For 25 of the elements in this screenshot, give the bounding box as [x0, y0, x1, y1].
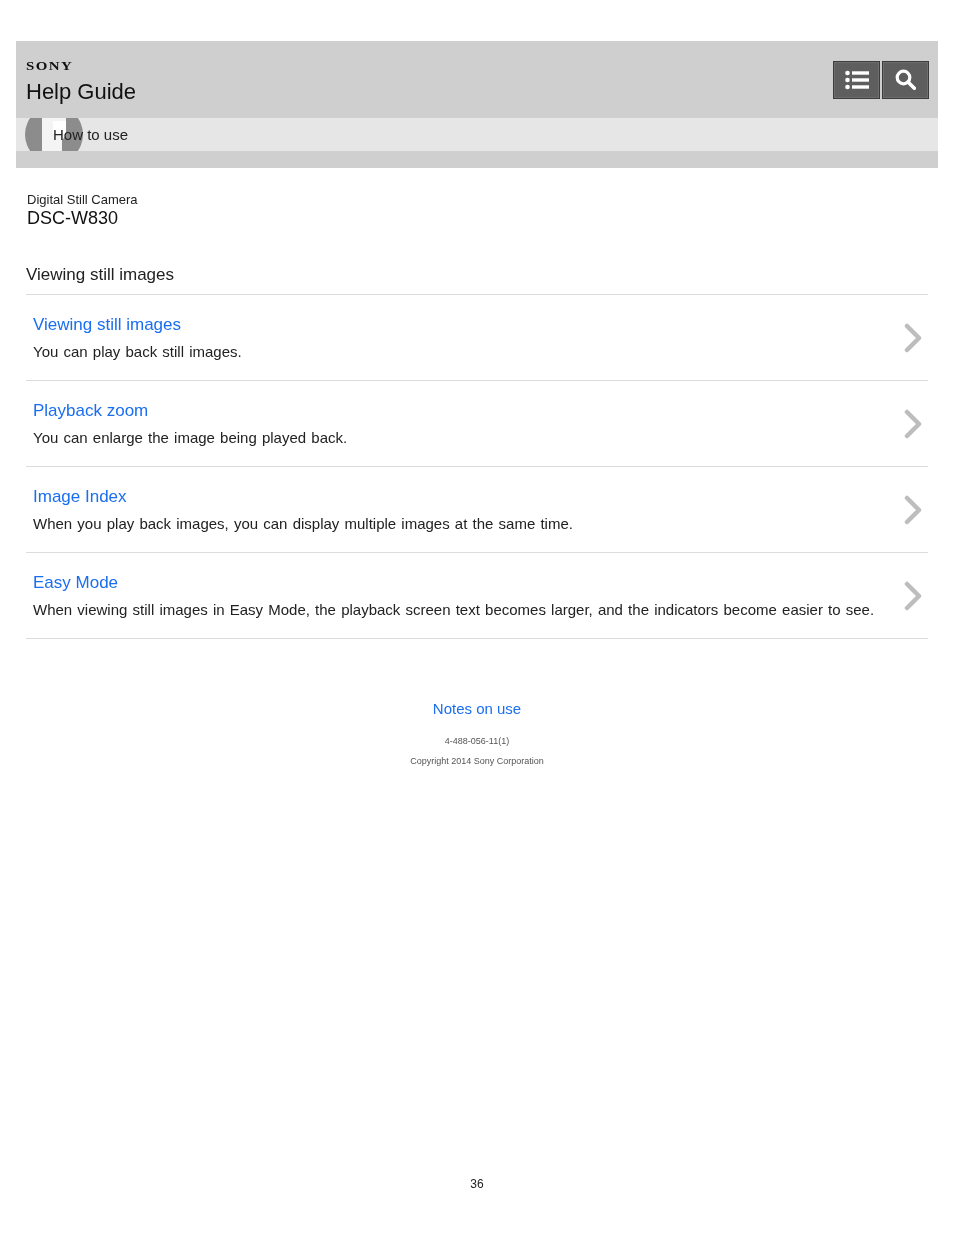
- document-code: 4-488-056-11(1): [444, 735, 510, 747]
- topic-link[interactable]: Easy Mode: [33, 572, 119, 594]
- chevron-right-icon[interactable]: [904, 580, 922, 611]
- page-number: 36: [470, 1177, 484, 1191]
- search-button[interactable]: [882, 60, 929, 99]
- topic-description: When you play back images, you can display multiple images at the same time.: [33, 514, 574, 534]
- chevron-right-icon[interactable]: [904, 408, 922, 439]
- product-model: DSC-W830: [26, 208, 120, 228]
- notes-link[interactable]: Notes on use: [432, 699, 522, 719]
- topic-description: When viewing still images in Easy Mode, the playback screen text becomes larger, and the indicators become easier to see.: [33, 600, 876, 620]
- section-title: Viewing still images: [26, 264, 928, 295]
- menu-button[interactable]: [833, 60, 880, 99]
- site-title: Help Guide: [26, 78, 137, 105]
- topic-description: You can play back still images.: [33, 342, 243, 362]
- brand-logo: SONY: [26, 58, 74, 73]
- copyright-text: Copyright 2014 Sony Corporation: [410, 755, 544, 767]
- topic-link[interactable]: Playback zoom: [33, 400, 149, 422]
- product-category: Digital Still Camera: [26, 192, 139, 208]
- search-icon: [895, 69, 916, 90]
- topic-link[interactable]: Image Index: [33, 486, 127, 508]
- topic-link[interactable]: Viewing still images: [33, 314, 182, 336]
- menu-icon: [844, 69, 869, 90]
- chevron-right-icon[interactable]: [904, 494, 922, 525]
- topic-description: You can enlarge the image being played back.: [33, 428, 349, 448]
- chevron-right-icon[interactable]: [904, 322, 922, 353]
